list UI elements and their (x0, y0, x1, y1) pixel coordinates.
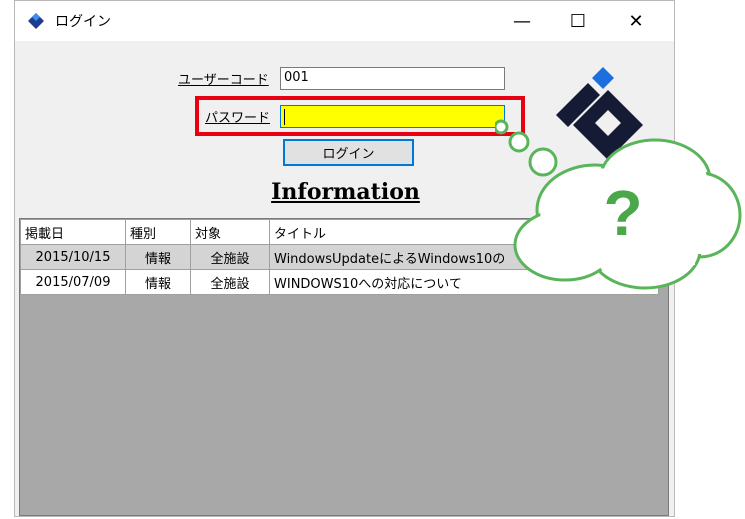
title-bar[interactable]: ログイン — ☐ ✕ (15, 1, 674, 41)
user-code-label: ユーザーコード (178, 73, 269, 88)
cell-type: 情報 (125, 244, 191, 270)
close-icon[interactable]: ✕ (613, 1, 659, 41)
window-title: ログイン (55, 14, 111, 30)
cell-date: 2015/07/09 (20, 269, 126, 295)
user-code-input[interactable]: 001 (280, 67, 505, 90)
minimize-icon[interactable]: — (499, 1, 545, 41)
maximize-icon[interactable]: ☐ (555, 1, 601, 41)
question-callout-cloud: ? (495, 119, 742, 290)
text-caret (284, 109, 285, 125)
cell-date: 2015/10/15 (20, 244, 126, 270)
column-header-target[interactable]: 対象 (190, 219, 270, 245)
app-logo-icon (28, 13, 44, 29)
column-header-type[interactable]: 種別 (125, 219, 191, 245)
user-code-value: 001 (284, 70, 309, 85)
cell-target: 全施設 (190, 244, 270, 270)
callout-question-mark: ? (603, 177, 642, 249)
cell-target: 全施設 (190, 269, 270, 295)
password-label: パスワード (205, 111, 271, 126)
cell-type: 情報 (125, 269, 191, 295)
password-input[interactable] (280, 105, 505, 128)
login-button[interactable]: ログイン (283, 139, 414, 166)
column-header-date[interactable]: 掲載日 (20, 219, 126, 245)
